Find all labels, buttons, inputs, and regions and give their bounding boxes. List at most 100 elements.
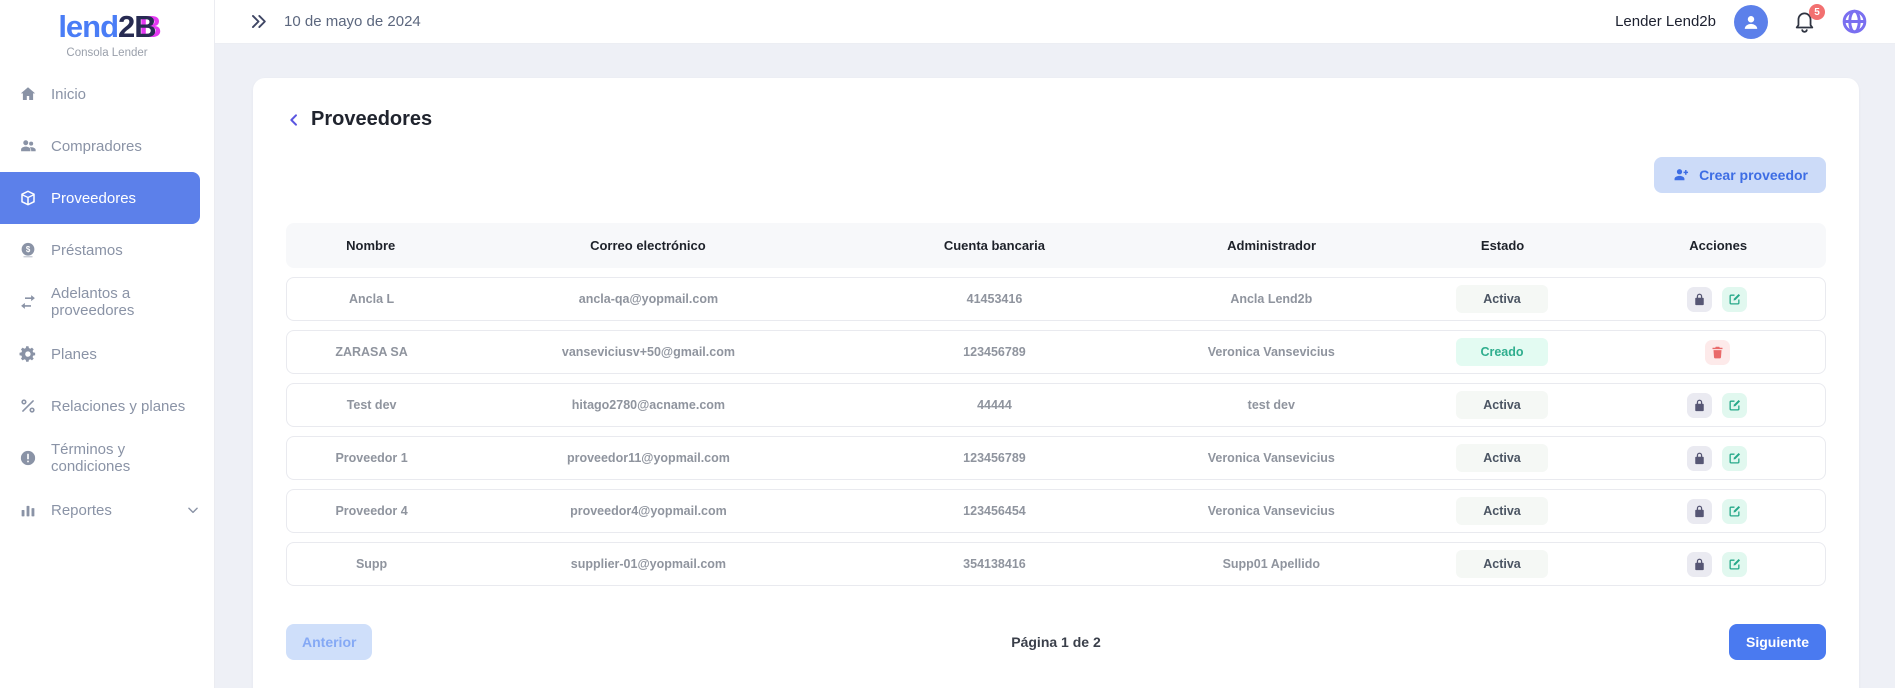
sidebar-nav: Inicio Compradores Proveedores $ Préstamos Ad…	[0, 68, 214, 536]
table-body: Ancla Lancla-qa@yopmail.com41453416Ancla…	[286, 277, 1826, 586]
sidebar-item-label: Préstamos	[51, 242, 123, 259]
cell-correo: supplier-01@yopmail.com	[456, 557, 841, 571]
lock-icon	[1692, 292, 1707, 307]
status-badge: Activa	[1456, 285, 1548, 313]
next-page-button[interactable]: Siguiente	[1729, 624, 1826, 660]
status-badge: Activa	[1456, 497, 1548, 525]
notifications-button[interactable]: 5	[1792, 9, 1817, 34]
sidebar-item-relaciones[interactable]: Relaciones y planes	[0, 380, 214, 432]
user-name: Lender Lend2b	[1615, 13, 1716, 30]
create-provider-button[interactable]: Crear proveedor	[1654, 157, 1826, 193]
back-chevron-icon[interactable]	[286, 112, 302, 128]
providers-card: Proveedores Crear proveedor NombreCorreo…	[253, 78, 1859, 688]
current-date: 10 de mayo de 2024	[284, 13, 421, 30]
cell-cuenta: 123456454	[841, 504, 1149, 518]
package-icon	[18, 188, 38, 208]
table-row: Suppsupplier-01@yopmail.com354138416Supp…	[286, 542, 1826, 586]
lock-icon	[1692, 451, 1707, 466]
page-title: Proveedores	[311, 108, 432, 131]
logo-text-2: 2	[118, 9, 134, 44]
table-row: Ancla Lancla-qa@yopmail.com41453416Ancla…	[286, 277, 1826, 321]
percent-icon	[18, 396, 38, 416]
cell-cuenta: 123456789	[841, 345, 1149, 359]
content-area: Proveedores Crear proveedor NombreCorreo…	[215, 44, 1895, 688]
sidebar-item-label: Inicio	[51, 86, 86, 103]
sidebar-item-label: Compradores	[51, 138, 142, 155]
chevron-down-icon	[186, 503, 200, 517]
table-row: Proveedor 1proveedor11@yopmail.com123456…	[286, 436, 1826, 480]
sidebar-item-label: Relaciones y planes	[51, 398, 185, 415]
column-header: Administrador	[1148, 238, 1394, 253]
app-window: lend2BB Consola Lender Inicio Compradores…	[0, 0, 1895, 688]
sidebar-item-proveedores[interactable]: Proveedores	[0, 172, 200, 224]
edit-button[interactable]	[1722, 552, 1747, 577]
column-header: Nombre	[286, 238, 455, 253]
cell-cuenta: 354138416	[841, 557, 1149, 571]
column-header: Estado	[1395, 238, 1611, 253]
create-provider-label: Crear proveedor	[1699, 167, 1808, 183]
table-row: Test devhitago2780@acname.com44444test d…	[286, 383, 1826, 427]
cell-cuenta: 44444	[841, 398, 1149, 412]
sidebar-item-reportes[interactable]: Reportes	[0, 484, 214, 536]
cell-acciones	[1610, 552, 1825, 577]
sidebar-item-label: Reportes	[51, 502, 112, 519]
pagination: Anterior Página 1 de 2 Siguiente	[286, 624, 1826, 660]
cell-admin: test dev	[1148, 398, 1394, 412]
edit-button[interactable]	[1722, 446, 1747, 471]
column-header: Cuenta bancaria	[840, 238, 1148, 253]
lock-button[interactable]	[1687, 446, 1712, 471]
sidebar-item-label: Proveedores	[51, 190, 136, 207]
brand-logo: lend2BB Consola Lender	[0, 0, 214, 68]
cell-admin: Veronica Vansevicius	[1148, 451, 1394, 465]
info-circle-icon	[18, 448, 38, 468]
edit-icon	[1727, 557, 1742, 572]
cell-admin: Veronica Vansevicius	[1148, 504, 1394, 518]
globe-icon	[1841, 8, 1868, 35]
edit-button[interactable]	[1722, 287, 1747, 312]
cell-admin: Ancla Lend2b	[1148, 292, 1394, 306]
delete-button[interactable]	[1705, 340, 1730, 365]
main-column: 10 de mayo de 2024 Lender Lend2b 5	[215, 0, 1895, 688]
lock-button[interactable]	[1687, 287, 1712, 312]
bar-chart-icon	[18, 500, 38, 520]
language-button[interactable]	[1841, 8, 1868, 35]
double-chevron-right-icon[interactable]	[249, 12, 268, 31]
edit-button[interactable]	[1722, 393, 1747, 418]
sidebar-item-compradores[interactable]: Compradores	[0, 120, 214, 172]
gear-icon	[18, 344, 38, 364]
cell-correo: proveedor4@yopmail.com	[456, 504, 841, 518]
edit-icon	[1727, 504, 1742, 519]
sidebar-item-adelantos[interactable]: Adelantos a proveedores	[0, 276, 214, 328]
column-header: Acciones	[1610, 238, 1826, 253]
sidebar-item-prestamos[interactable]: $ Préstamos	[0, 224, 214, 276]
cell-admin: Supp01 Apellido	[1148, 557, 1394, 571]
lock-icon	[1692, 557, 1707, 572]
lock-button[interactable]	[1687, 552, 1712, 577]
cell-acciones	[1610, 393, 1825, 418]
sidebar: lend2BB Consola Lender Inicio Compradores…	[0, 0, 215, 688]
lock-button[interactable]	[1687, 393, 1712, 418]
cell-nombre: Ancla L	[287, 292, 456, 306]
user-avatar[interactable]	[1734, 5, 1768, 39]
sidebar-item-inicio[interactable]: Inicio	[0, 68, 214, 120]
topbar: 10 de mayo de 2024 Lender Lend2b 5	[215, 0, 1895, 44]
edit-button[interactable]	[1722, 499, 1747, 524]
sidebar-item-label: Adelantos a proveedores	[51, 285, 200, 319]
cell-correo: vanseviciusv+50@gmail.com	[456, 345, 841, 359]
lock-button[interactable]	[1687, 499, 1712, 524]
cell-acciones	[1610, 287, 1825, 312]
cell-admin: Veronica Vansevicius	[1148, 345, 1394, 359]
sidebar-item-planes[interactable]: Planes	[0, 328, 214, 380]
svg-text:$: $	[26, 245, 31, 254]
cell-cuenta: 41453416	[841, 292, 1149, 306]
person-icon	[1740, 11, 1762, 33]
cell-cuenta: 123456789	[841, 451, 1149, 465]
logo-text-b: BB	[134, 10, 155, 44]
table-header-row: NombreCorreo electrónicoCuenta bancariaA…	[286, 223, 1826, 268]
users-icon	[18, 136, 38, 156]
cell-nombre: Proveedor 4	[287, 504, 456, 518]
previous-page-button[interactable]: Anterior	[286, 624, 372, 660]
person-plus-icon	[1672, 166, 1690, 184]
sidebar-item-terminos[interactable]: Términos y condiciones	[0, 432, 214, 484]
cell-correo: ancla-qa@yopmail.com	[456, 292, 841, 306]
